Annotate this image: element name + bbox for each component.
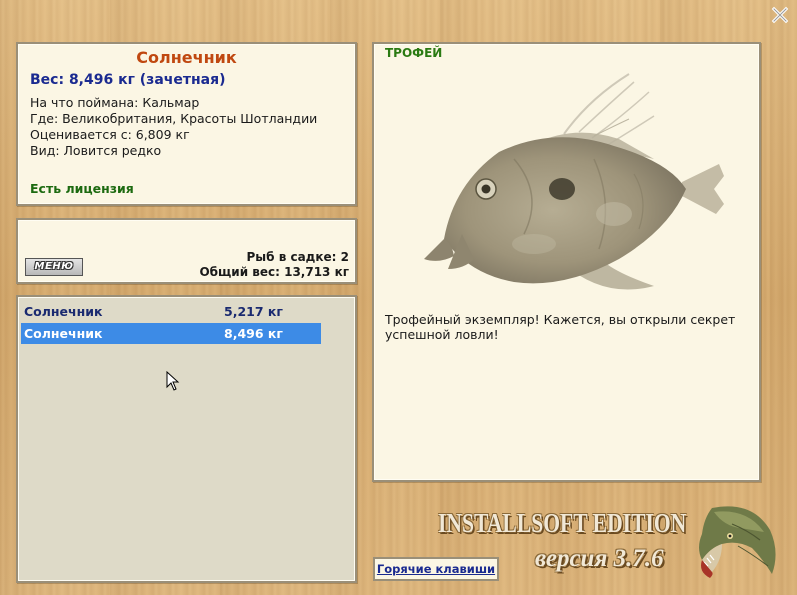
fish-location: Где: Великобритания, Красоты Шотландии (30, 111, 318, 126)
menu-button[interactable]: МЕНЮ (25, 258, 83, 276)
close-icon[interactable] (770, 5, 790, 25)
keepnet-panel: МЕНЮ Рыб в садке: 2 Общий вес: 13,713 кг (16, 218, 357, 284)
mouse-cursor-icon (166, 371, 180, 391)
list-item-name: Солнечник (24, 326, 103, 341)
list-item[interactable]: Солнечник 5,217 кг (21, 301, 321, 322)
fish-name: Солнечник (136, 48, 237, 67)
pike-fish-logo (699, 506, 776, 578)
list-item-name: Солнечник (24, 304, 103, 319)
fish-count: Рыб в садке: 2 (246, 250, 350, 264)
fish-details: На что поймана: Кальмар Где: Великобрита… (30, 95, 343, 159)
catch-list-panel[interactable]: Солнечник 5,217 кг Солнечник 8,496 кг (16, 295, 357, 583)
keepnet-stats: Рыб в садке: 2 Общий вес: 13,713 кг (199, 250, 349, 280)
fish-rarity: Вид: Ловится редко (30, 143, 162, 158)
trophy-label: ТРОФЕЙ (385, 46, 443, 60)
list-item-weight: 8,496 кг (224, 326, 283, 341)
total-weight: Общий вес: 13,713 кг (199, 265, 349, 279)
license-status: Есть лицензия (30, 181, 134, 196)
fish-weight: Вес: 8,496 кг (зачетная) (30, 72, 226, 88)
fish-bait: На что поймана: Кальмар (30, 95, 200, 110)
trophy-description: Трофейный экземпляр! Кажется, вы открыли… (385, 312, 736, 342)
hotkeys-button[interactable]: Горячие клавиши (373, 557, 499, 581)
list-item-selected[interactable]: Солнечник 8,496 кг (21, 323, 321, 344)
edition-title: INSTALLSOFT EDITION (438, 508, 687, 538)
list-item-weight: 5,217 кг (224, 304, 283, 319)
fish-info-panel: Солнечник Вес: 8,496 кг (зачетная) На чт… (16, 42, 357, 206)
trophy-panel: ТРОФЕЙ Трофейный экземпляр! Кажется, вы … (372, 42, 761, 482)
fish-value: Оценивается с: 6,809 кг (30, 127, 190, 142)
john-dory-fish-image (424, 73, 724, 290)
version-label: версия 3.7.6 (535, 545, 664, 572)
